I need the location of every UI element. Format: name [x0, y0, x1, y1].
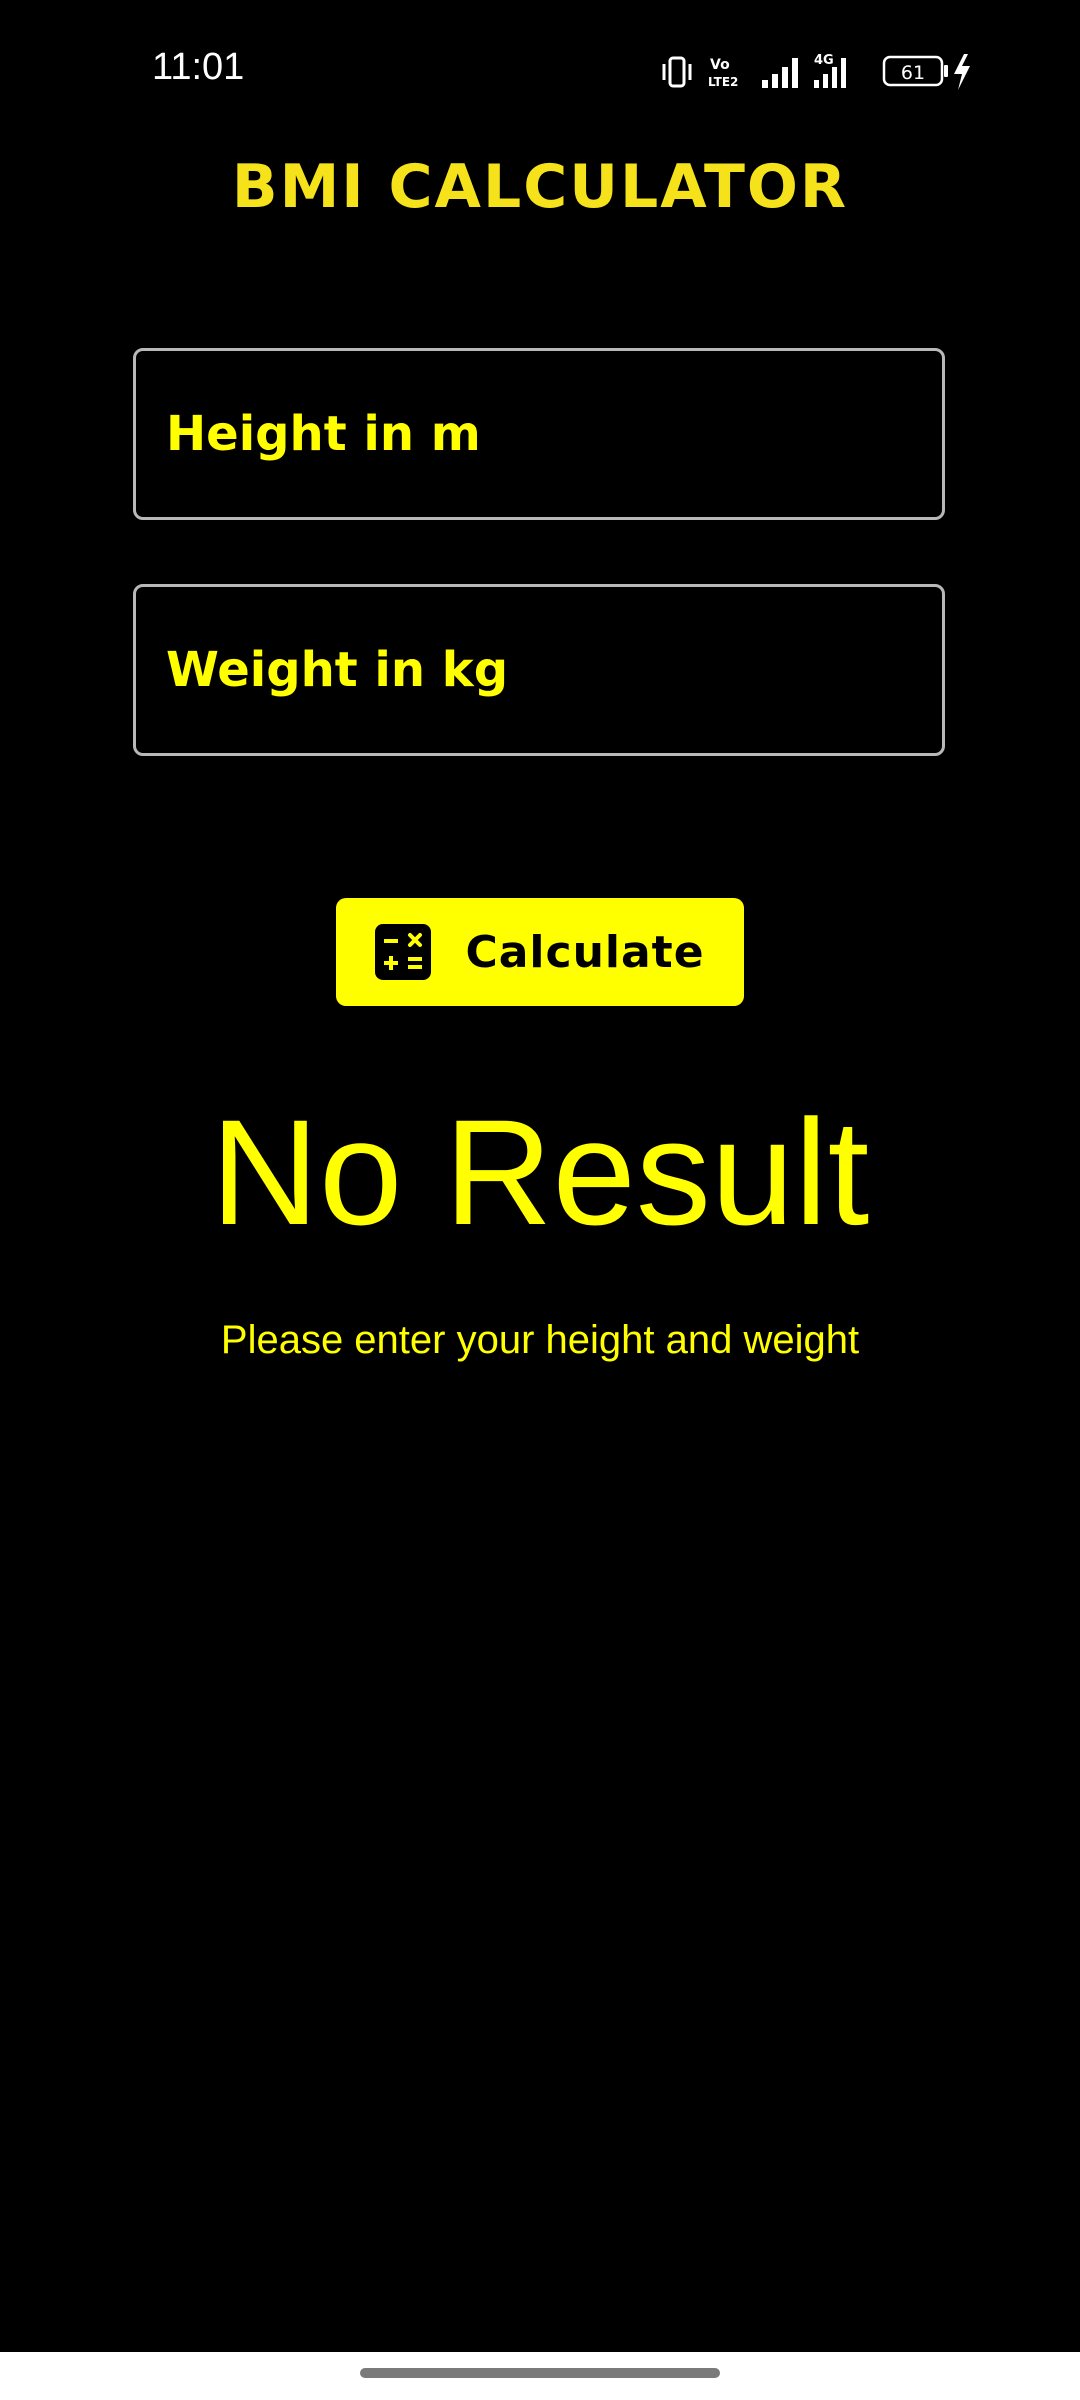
weight-field[interactable]: [133, 584, 945, 756]
svg-text:61: 61: [901, 62, 925, 84]
calculate-button[interactable]: Calculate: [336, 898, 744, 1006]
status-icons: Vo LTE2 4G 61: [662, 52, 992, 92]
calculator-icon: [375, 924, 432, 980]
svg-text:Vo: Vo: [710, 57, 730, 73]
svg-text:4G: 4G: [814, 53, 834, 68]
result-hint: Please enter your height and weight: [220, 1318, 860, 1362]
result-title: No Result: [210, 1088, 870, 1256]
navigation-bar: [0, 2352, 1080, 2400]
app-title: BMI CALCULATOR: [231, 152, 849, 222]
height-field[interactable]: [133, 348, 945, 520]
weight-input[interactable]: [166, 587, 906, 753]
status-bar: 11:01 Vo LTE2 4G 61: [0, 0, 1080, 140]
charging-icon: [954, 54, 970, 90]
vibrate-icon: [662, 56, 692, 88]
status-time: 11:01: [152, 46, 245, 88]
4g-signal-icon: 4G: [814, 53, 846, 88]
height-input[interactable]: [166, 351, 906, 517]
calculate-button-label: Calculate: [465, 926, 705, 978]
home-gesture-handle[interactable]: [360, 2368, 720, 2378]
volte-icon: Vo LTE2: [708, 57, 738, 89]
svg-text:LTE2: LTE2: [708, 75, 738, 89]
signal-icon: [762, 58, 798, 88]
battery-icon: 61: [882, 55, 948, 87]
